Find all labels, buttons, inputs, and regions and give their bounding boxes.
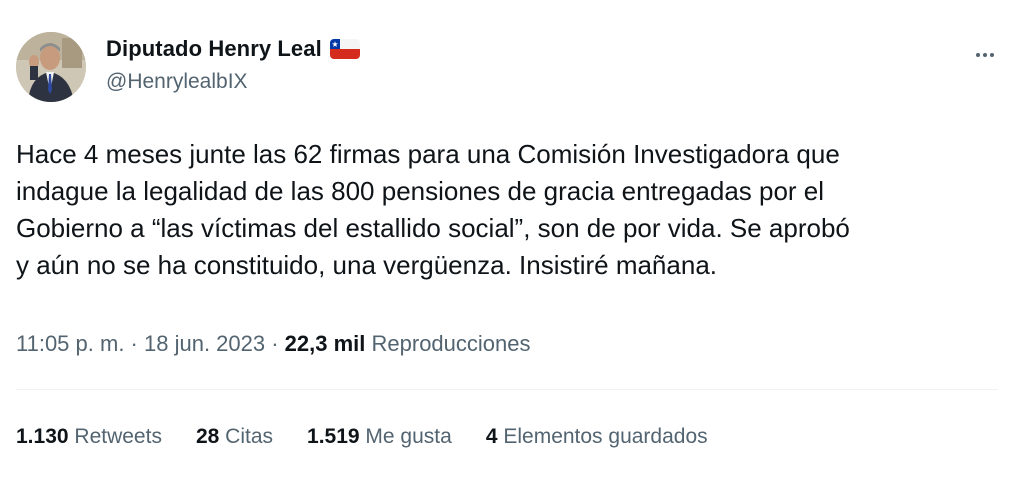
bookmarks-stat[interactable]: 4 Elementos guardados	[486, 425, 708, 449]
retweets-count: 1.130	[16, 425, 69, 448]
divider	[16, 389, 998, 390]
meta-separator: ·	[265, 331, 285, 356]
bookmarks-label: Elementos guardados	[503, 425, 708, 448]
quotes-count: 28	[195, 425, 220, 448]
likes-label: Me gusta	[365, 425, 452, 448]
likes-stat[interactable]: 1.519 Me gusta	[307, 425, 452, 449]
more-horizontal-icon	[976, 53, 994, 57]
more-options-button[interactable]	[968, 38, 1002, 72]
tweet-card: Diputado Henry Leal @HenrylealbIX Hace 4…	[0, 0, 1024, 482]
user-handle[interactable]: @HenrylealbIX	[106, 70, 360, 94]
tweet-date[interactable]: 18 jun. 2023	[144, 331, 265, 356]
tweet-text-line: indague la legalidad de las 800 pensione…	[16, 176, 825, 206]
display-name-row: Diputado Henry Leal	[106, 34, 360, 64]
tweet-header: Diputado Henry Leal @HenrylealbIX	[16, 32, 1008, 104]
display-name[interactable]: Diputado Henry Leal	[106, 36, 322, 62]
tweet-time[interactable]: 11:05 p. m.	[16, 331, 124, 356]
retweets-stat[interactable]: 1.130 Retweets	[16, 425, 162, 449]
chile-flag-icon	[329, 39, 360, 59]
tweet-text-line: Gobierno a “las víctimas del estallido s…	[16, 213, 850, 243]
likes-count: 1.519	[307, 425, 360, 448]
tweet-text-line: y aún no se ha constituido, una vergüenz…	[16, 250, 717, 280]
bookmarks-count: 4	[485, 425, 498, 448]
quotes-stat[interactable]: 28 Citas	[196, 425, 273, 449]
retweets-label: Retweets	[74, 425, 162, 448]
views-label: Reproducciones	[371, 331, 531, 356]
tweet-text: Hace 4 meses junte las 62 firmas para un…	[16, 136, 996, 284]
tweet-meta: 11:05 p. m. · 18 jun. 2023 · 22,3 mil Re…	[16, 331, 531, 357]
author-block: Diputado Henry Leal @HenrylealbIX	[106, 34, 360, 94]
meta-separator: ·	[124, 331, 144, 356]
views-count: 22,3 mil	[284, 331, 366, 356]
avatar-photo	[16, 32, 86, 102]
avatar[interactable]	[16, 32, 86, 102]
engagement-stats: 1.130 Retweets 28 Citas 1.519 Me gusta 4…	[16, 425, 742, 449]
tweet-text-line: Hace 4 meses junte las 62 firmas para un…	[16, 139, 840, 169]
quotes-label: Citas	[225, 425, 274, 448]
